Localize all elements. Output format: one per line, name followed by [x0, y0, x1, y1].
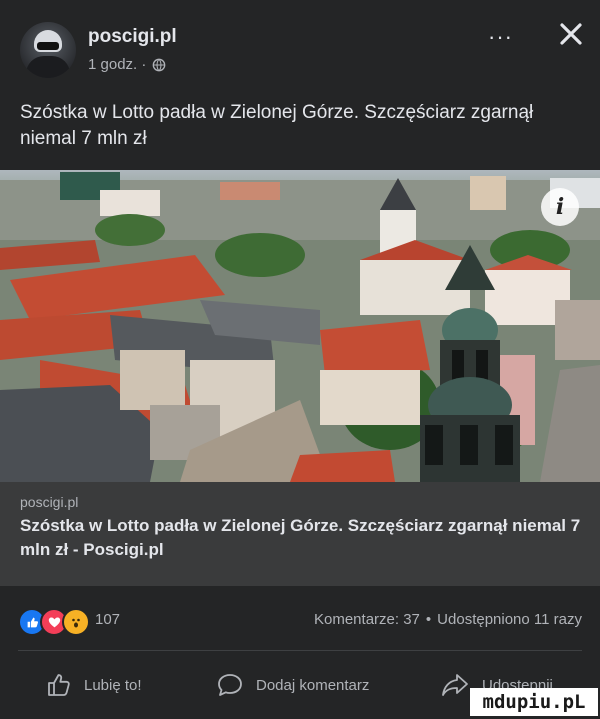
link-domain: poscigi.pl	[20, 494, 79, 510]
comment-label: Dodaj komentarz	[256, 676, 370, 694]
comment-bubble-icon	[218, 674, 242, 696]
link-title[interactable]: Szóstka w Lotto padła w Zielonej Górze. …	[20, 514, 585, 562]
avatar-visor	[37, 42, 59, 50]
info-icon[interactable]: i	[541, 188, 579, 226]
post-meta: 1 godz. ·	[88, 56, 166, 73]
page-name[interactable]: poscigi.pl	[88, 26, 177, 48]
like-label: Lubię to!	[84, 676, 142, 694]
avatar-figure	[26, 56, 70, 78]
watermark-logo: mdupiu.pL	[470, 688, 598, 716]
divider	[18, 650, 582, 651]
more-options-button[interactable]: ···	[488, 24, 513, 50]
close-icon[interactable]	[555, 18, 587, 50]
wow-reaction-icon	[62, 608, 90, 636]
avatar[interactable]	[20, 22, 76, 78]
post-header: poscigi.pl 1 godz. · ···	[0, 0, 600, 90]
share-arrow-icon	[442, 674, 468, 696]
comment-button[interactable]: Dodaj komentarz	[216, 672, 369, 698]
post-caption: Szóstka w Lotto padła w Zielonej Górze. …	[20, 102, 534, 149]
reaction-count[interactable]: 107	[95, 611, 120, 628]
globe-icon	[153, 58, 166, 71]
separator-dot: •	[425, 611, 432, 628]
post-stats: 107 Komentarze: 37 • Udostępniono 11 raz…	[0, 600, 600, 640]
engagement-summary: Komentarze: 37 • Udostępniono 11 razy	[314, 611, 582, 628]
reaction-icons[interactable]	[18, 608, 90, 636]
post-time[interactable]: 1 godz. ·	[88, 56, 146, 73]
comment-count[interactable]: Komentarze: 37	[314, 611, 420, 628]
post-image[interactable]	[0, 170, 600, 482]
thumbs-up-icon	[48, 674, 70, 696]
share-count[interactable]: Udostępniono 11 razy	[437, 611, 582, 628]
link-preview[interactable]: poscigi.pl Szóstka w Lotto padła w Zielo…	[0, 482, 600, 586]
like-button[interactable]: Lubię to!	[46, 672, 142, 698]
city-aerial-illustration	[0, 170, 600, 482]
